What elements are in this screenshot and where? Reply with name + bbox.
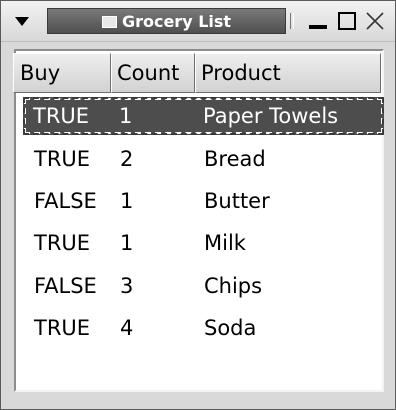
close-icon [363, 9, 387, 33]
table-row[interactable]: TRUE 4 Soda [24, 307, 384, 349]
cell-count: 1 [120, 188, 134, 213]
minimize-icon [306, 9, 330, 33]
cell-count: 4 [120, 316, 134, 341]
table-header: Buy Count Product [13, 53, 381, 93]
cell-buy: TRUE [34, 146, 91, 171]
table-body: TRUE 1 Paper Towels TRUE 2 Bread FALSE 1… [23, 95, 384, 349]
cell-product: Chips [204, 273, 263, 298]
cell-count: 2 [120, 146, 134, 171]
window-menu-button[interactable] [7, 10, 37, 32]
cell-buy: TRUE [34, 231, 91, 256]
title-plate[interactable]: Grocery List [47, 8, 286, 34]
cell-product: Paper Towels [203, 104, 339, 128]
cell-product: Soda [204, 316, 257, 341]
maximize-icon [335, 9, 359, 33]
cell-count: 1 [119, 104, 133, 128]
table-row[interactable]: FALSE 3 Chips [24, 265, 384, 307]
title-separator [290, 13, 294, 29]
cell-buy: TRUE [33, 104, 90, 128]
table-row[interactable]: TRUE 1 Paper Towels [23, 97, 384, 135]
column-header-count[interactable]: Count [111, 53, 195, 93]
table-row[interactable]: FALSE 1 Butter [24, 180, 384, 222]
cell-count: 1 [120, 231, 134, 256]
cell-count: 3 [120, 273, 134, 298]
table-row[interactable]: TRUE 2 Bread [24, 137, 384, 179]
window-app-icon [101, 15, 117, 28]
cell-product: Butter [204, 188, 270, 213]
minimize-button[interactable] [306, 9, 330, 33]
grocery-list-window: Grocery List Buy Count Product TRUE 1 Pa… [0, 0, 396, 410]
title-bar[interactable]: Grocery List [1, 1, 395, 42]
triangle-down-icon [15, 16, 29, 26]
window-title: Grocery List [121, 11, 232, 31]
cell-buy: FALSE [34, 273, 97, 298]
maximize-button[interactable] [335, 9, 359, 33]
table-row[interactable]: TRUE 1 Milk [24, 222, 384, 264]
cell-product: Bread [204, 146, 266, 171]
column-header-product[interactable]: Product [195, 53, 381, 93]
close-button[interactable] [363, 9, 387, 33]
column-header-buy[interactable]: Buy [13, 53, 111, 93]
cell-product: Milk [204, 231, 246, 256]
cell-buy: FALSE [34, 188, 97, 213]
cell-buy: TRUE [34, 316, 91, 341]
